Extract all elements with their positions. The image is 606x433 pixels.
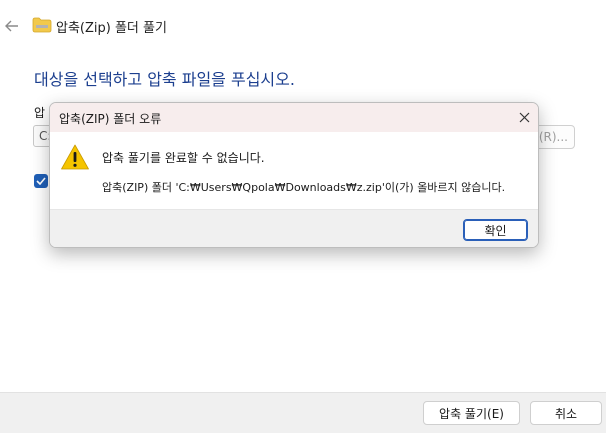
checkmark-icon (36, 177, 46, 185)
wizard-footer: 압축 풀기(E) 취소 (0, 392, 606, 433)
close-icon (519, 112, 529, 122)
wizard-title: 압축(Zip) 폴더 풀기 (56, 21, 167, 36)
arrow-left-icon (5, 20, 18, 32)
dialog-close-button[interactable] (516, 109, 532, 125)
dialog-footer: 확인 (50, 209, 538, 247)
wizard-header: 압축(Zip) 폴더 풀기 (0, 0, 606, 50)
zip-folder-icon (32, 17, 52, 33)
wizard-heading: 대상을 선택하고 압축 파일을 푸십시오. (34, 70, 295, 89)
warning-icon (61, 144, 89, 170)
dialog-titlebar: 압축(ZIP) 폴더 오류 (50, 103, 538, 132)
show-files-checkbox[interactable] (34, 174, 48, 188)
dialog-message-main: 압축 풀기를 완료할 수 없습니다. (102, 151, 265, 165)
zip-error-dialog: 압축(ZIP) 폴더 오류 압축 풀기를 완료할 수 없습니다. 압축(ZIP)… (49, 102, 539, 248)
destination-label: 압 (34, 106, 46, 120)
ok-button[interactable]: 확인 (463, 219, 528, 241)
back-button[interactable] (2, 16, 22, 36)
dialog-title: 압축(ZIP) 폴더 오류 (59, 112, 162, 126)
cancel-button[interactable]: 취소 (530, 401, 602, 425)
dialog-message-detail: 압축(ZIP) 폴더 'C:₩Users₩Qpola₩Downloads₩z.z… (102, 181, 506, 194)
extract-button[interactable]: 압축 풀기(E) (423, 401, 520, 425)
